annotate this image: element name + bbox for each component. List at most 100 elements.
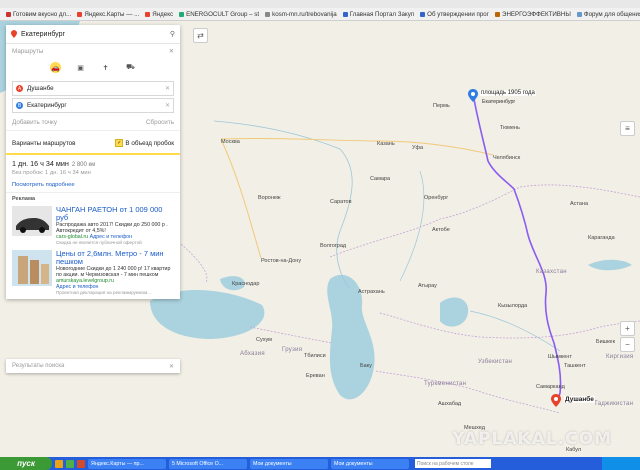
car-ad-image — [12, 206, 52, 236]
favicon-icon — [342, 11, 348, 17]
city-label[interactable]: Ашхабад — [438, 401, 461, 407]
route-settings-button[interactable]: ⇄ — [193, 28, 208, 43]
city-label[interactable]: Самарканд — [536, 384, 565, 390]
city-label[interactable]: Казань — [377, 141, 395, 147]
waypoint-a-field[interactable]: A Душанбе ✕ — [12, 81, 174, 96]
city-label[interactable]: Сухум — [256, 337, 272, 343]
city-label[interactable]: Москва — [221, 139, 240, 145]
city-label[interactable]: Краснодар — [232, 281, 259, 287]
avoid-traffic-checkbox[interactable]: ✓ В объезд пробок — [115, 139, 174, 147]
city-label[interactable]: Челябинск — [493, 155, 520, 161]
bookmark-item[interactable]: Об утверждении прог — [420, 11, 489, 18]
taskbar-window-button[interactable]: Яндекс.Карты — пр... — [88, 458, 166, 469]
building-ad-image — [12, 250, 52, 286]
city-label[interactable]: Шымкент — [548, 354, 572, 360]
city-label[interactable]: Уфа — [412, 145, 423, 151]
zoom-out-button[interactable]: − — [620, 337, 635, 352]
minus-icon: − — [625, 340, 630, 349]
ad-item[interactable]: Цены от 2,6млн. Метро - 7 мин пешком Нов… — [12, 250, 174, 296]
start-button[interactable]: пуск — [0, 457, 52, 470]
avoid-traffic-label: В объезд пробок — [125, 139, 174, 147]
favicon-icon — [77, 11, 83, 17]
city-label[interactable]: Ташкент — [564, 363, 586, 369]
city-label[interactable]: Тюмень — [500, 125, 520, 131]
bookmark-item[interactable]: Яндекс — [145, 11, 173, 18]
search-results-bar[interactable]: Результаты поиска ✕ — [6, 359, 180, 373]
search-input[interactable]: Екатеринбург — [21, 31, 166, 38]
bookmark-item[interactable]: kosm-mn.ru/trebovanija — [265, 11, 337, 18]
waypoint-b-field[interactable]: B Екатеринбург ✕ — [12, 98, 174, 113]
map-layers-button[interactable]: ≡ — [620, 121, 635, 136]
zoom-in-button[interactable]: + — [620, 321, 635, 336]
bookmark-item[interactable]: Главная Портал Закуп — [342, 11, 414, 18]
taxi-mode-button[interactable]: ⛟ — [125, 62, 136, 73]
route-distance: 2 800 км — [71, 162, 96, 168]
favicon-icon — [420, 11, 426, 17]
transit-mode-button[interactable]: ▣ — [75, 62, 86, 73]
taskbar-window-button[interactable]: Мои документы — [250, 458, 328, 469]
pin-icon — [468, 89, 478, 102]
clear-icon[interactable]: ✕ — [165, 85, 170, 92]
watermark: YAPLAKAL.COM — [452, 429, 612, 449]
city-label[interactable]: Ереван — [306, 373, 325, 379]
point-a-icon: A — [16, 85, 23, 92]
favicon-icon — [576, 11, 582, 17]
ad-note: Скидка не является публичной офертой — [56, 240, 142, 245]
bookmark-label: Форум для общения п — [583, 10, 640, 18]
bookmark-item[interactable]: ЭНЕРГОЭФФЕКТИВНЫ — [495, 11, 571, 18]
country-label: Грузия — [282, 347, 303, 353]
city-label[interactable]: Пермь — [433, 103, 450, 109]
city-label[interactable]: Ростов-на-Дону — [261, 258, 301, 264]
city-label[interactable]: Астрахань — [358, 289, 385, 295]
city-label[interactable]: Баку — [360, 363, 372, 369]
route-result[interactable]: 1 дн. 16 ч 34 мин 2 800 км Без пробок: 1 … — [6, 153, 180, 193]
ad-title[interactable]: Цены от 2,6млн. Метро - 7 мин пешком — [56, 250, 174, 266]
close-icon[interactable]: ✕ — [169, 363, 174, 370]
routes-title: Маршруты — [12, 47, 44, 55]
favicon-icon — [6, 11, 11, 17]
car-icon: 🚗 — [51, 64, 60, 72]
add-point-link[interactable]: Добавить точку — [12, 119, 57, 126]
car-mode-button[interactable]: 🚗 — [50, 62, 61, 73]
bookmark-item[interactable]: Готовим вкусно дл... — [6, 11, 71, 18]
country-label: Туркменистан — [424, 381, 467, 387]
route-details-link[interactable]: Посмотреть подробнее — [12, 182, 174, 188]
favicon-icon — [179, 11, 185, 17]
city-label[interactable]: Саратов — [330, 199, 352, 205]
city-label[interactable]: Атырау — [418, 283, 437, 289]
city-label[interactable]: Волгоград — [320, 243, 346, 249]
taskbar: пуск Яндекс.Карты — пр... 5 Microsoft Off… — [0, 457, 640, 470]
app-icon[interactable] — [66, 459, 74, 468]
city-label[interactable]: Кызылорда — [498, 303, 527, 309]
bookmark-item[interactable]: ENERGOCULT Group – st — [179, 11, 259, 18]
search-box[interactable]: Екатеринбург ⚲ — [6, 25, 180, 44]
ad-title[interactable]: ЧАНГАН РАЕТОН от 1 009 000 руб — [56, 206, 174, 222]
clear-icon[interactable]: ✕ — [165, 102, 170, 109]
city-label[interactable]: Астана — [570, 201, 588, 207]
walk-mode-button[interactable]: ✝ — [100, 62, 111, 73]
taskbar-window-button[interactable]: 5 Microsoft Office O... — [169, 458, 247, 469]
city-label[interactable]: Актобе — [432, 227, 450, 233]
app-icon[interactable] — [77, 459, 85, 468]
ad-item[interactable]: ЧАНГАН РАЕТОН от 1 009 000 руб Распродаж… — [12, 206, 174, 246]
bookmark-item[interactable]: Яндекс.Карты — ... — [77, 11, 139, 18]
city-label[interactable]: Караганда — [588, 235, 615, 241]
route-panel: Екатеринбург ⚲ Маршруты ✕ 🚗 ▣ ✝ ⛟ A Душа… — [6, 25, 180, 299]
bookmark-item[interactable]: Форум для общения п — [576, 10, 640, 18]
search-icon[interactable]: ⚲ — [170, 30, 175, 38]
city-label[interactable]: Бишкек — [596, 339, 615, 345]
browser-icon[interactable] — [55, 459, 63, 468]
close-icon[interactable]: ✕ — [169, 48, 174, 55]
reset-link[interactable]: Сбросить — [146, 119, 174, 126]
city-label[interactable]: Самара — [370, 176, 390, 182]
border-russia-kazakhstan — [329, 184, 640, 258]
border-turkmen-uzbek — [375, 370, 561, 414]
city-label[interactable]: Оренбург — [424, 195, 448, 201]
city-label[interactable]: Тбилиси — [304, 353, 326, 359]
desktop-search-input[interactable]: Поиск на рабочем столе — [415, 459, 491, 468]
bookmarks-bar: Готовим вкусно дл... Яндекс.Карты — ... Ян… — [0, 8, 640, 21]
city-label[interactable]: Воронеж — [258, 195, 281, 201]
bookmark-label: Об утверждении прог — [427, 10, 489, 18]
aral-sea — [440, 297, 469, 327]
taskbar-window-button[interactable]: Мои документы — [331, 458, 409, 469]
